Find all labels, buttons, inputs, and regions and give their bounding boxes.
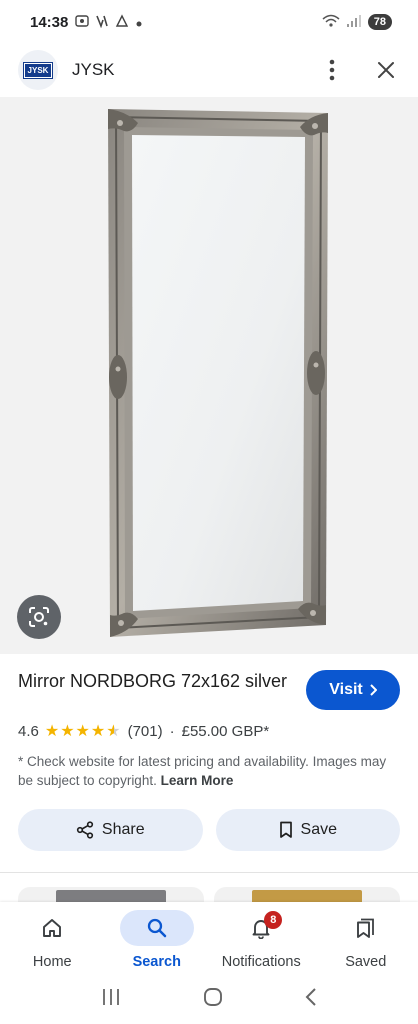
- save-button[interactable]: Save: [215, 809, 400, 851]
- product-title: Mirror NORDBORG 72x162 silver: [18, 671, 288, 691]
- lens-icon: [29, 607, 49, 627]
- review-count: (701): [127, 722, 163, 740]
- close-button[interactable]: [368, 52, 404, 88]
- recents-icon: [103, 988, 119, 1005]
- status-time: 14:38: [30, 13, 69, 31]
- header-actions: [314, 52, 404, 88]
- star-rating: ★ ★ ★ ★ ★: [45, 721, 122, 741]
- share-icon: [76, 821, 93, 839]
- star-icon: ★: [90, 723, 106, 740]
- jysk-logo: JYSK: [22, 61, 54, 79]
- rating-value: 4.6: [18, 722, 39, 740]
- screenshot-icon: [75, 14, 90, 31]
- home-icon: [43, 919, 62, 937]
- dot-icon: [136, 15, 142, 30]
- product-image[interactable]: [0, 97, 418, 654]
- disclaimer: * Check website for latest pricing and a…: [18, 752, 398, 790]
- header: JYSK JYSK: [0, 44, 418, 96]
- close-icon: [378, 62, 394, 78]
- share-label: Share: [101, 821, 145, 838]
- volte-icon: [96, 14, 109, 31]
- android-auto-icon: [115, 13, 129, 31]
- signal-icon: [346, 14, 362, 31]
- nav-label: Notifications: [221, 954, 301, 970]
- notification-badge: 8: [264, 911, 283, 929]
- share-button[interactable]: Share: [18, 809, 203, 851]
- save-label: Save: [300, 821, 337, 838]
- nav-icon-container: 8: [224, 910, 298, 946]
- recent-apps-button[interactable]: [100, 987, 122, 1012]
- chevron-right-icon: [370, 684, 377, 696]
- bookmarks-icon: [356, 918, 374, 938]
- battery-badge: 78: [367, 14, 392, 30]
- more-options-button[interactable]: [314, 52, 350, 88]
- nav-label: Search: [132, 954, 181, 970]
- home-circle-icon: [204, 987, 222, 1006]
- system-nav-bar: [0, 974, 418, 1024]
- nav-saved[interactable]: Saved: [314, 902, 418, 974]
- half-star-icon: ★: [106, 723, 121, 740]
- nav-label: Home: [32, 954, 72, 970]
- divider: [0, 872, 418, 873]
- bottom-nav: Home Search 8 Notifications Saved: [0, 902, 418, 974]
- nav-search[interactable]: Search: [105, 902, 210, 974]
- home-system-button[interactable]: [202, 986, 224, 1013]
- back-button[interactable]: [304, 987, 318, 1012]
- status-bar: 14:38 78: [0, 0, 418, 44]
- status-left: 14:38: [30, 14, 142, 31]
- wifi-icon: [322, 14, 340, 31]
- star-icon: ★: [60, 723, 75, 740]
- google-lens-button[interactable]: [17, 595, 61, 639]
- action-row: Share Save: [18, 809, 400, 851]
- mirror-image: [108, 109, 328, 637]
- price: £55.00 GBP*: [181, 722, 270, 740]
- nav-icon-container: [119, 910, 194, 946]
- nav-label: Saved: [345, 954, 387, 970]
- nav-notifications[interactable]: 8 Notifications: [209, 902, 314, 974]
- bookmark-icon: [279, 821, 292, 838]
- star-icon: ★: [44, 723, 60, 740]
- nav-icon-container: [15, 910, 89, 946]
- learn-more-link[interactable]: Learn More: [161, 773, 234, 788]
- status-right: 78: [322, 14, 392, 31]
- search-icon: [147, 918, 166, 938]
- site-name: JYSK: [72, 60, 115, 79]
- visit-label: Visit: [329, 681, 363, 698]
- visit-button[interactable]: Visit: [306, 670, 400, 710]
- nav-home[interactable]: Home: [0, 902, 105, 974]
- separator: ·: [169, 722, 175, 740]
- more-vert-icon: [329, 59, 335, 81]
- rating-row: 4.6 ★ ★ ★ ★ ★ (701) · £55.00 GBP*: [18, 721, 269, 741]
- nav-icon-container: [329, 910, 403, 946]
- site-logo: JYSK: [18, 50, 58, 90]
- star-icon: ★: [75, 723, 90, 740]
- back-chevron-icon: [305, 987, 316, 1006]
